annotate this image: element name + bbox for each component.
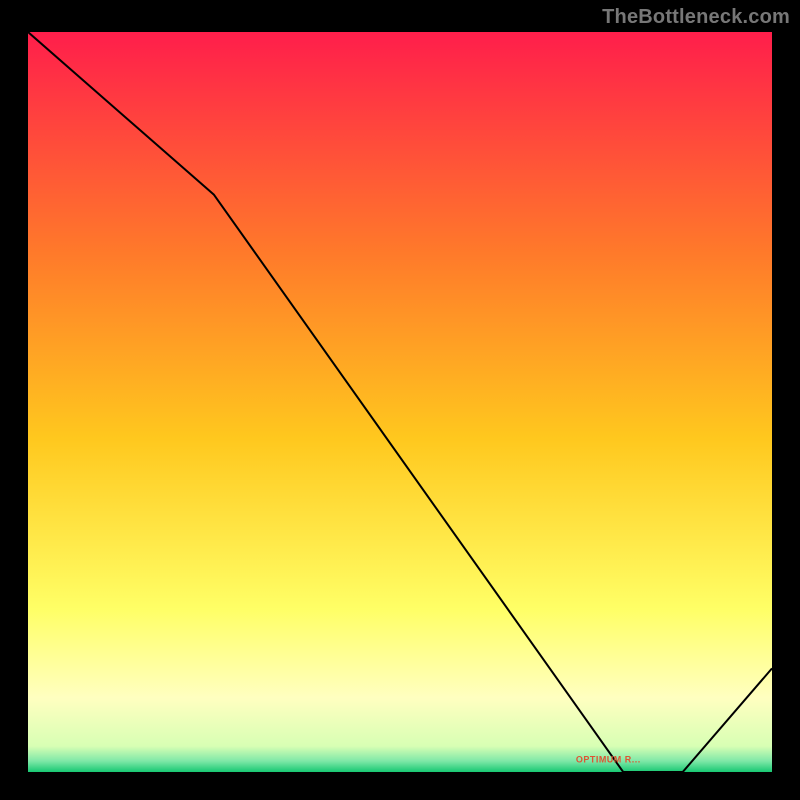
plot-area: OPTIMUM R... — [28, 32, 772, 772]
chart-container: TheBottleneck.com OPTIMUM R... — [0, 0, 800, 800]
watermark-text: TheBottleneck.com — [602, 6, 790, 29]
annotation: OPTIMUM R... — [576, 754, 641, 764]
plot-background — [28, 32, 772, 772]
chart-svg: OPTIMUM R... — [28, 32, 772, 772]
